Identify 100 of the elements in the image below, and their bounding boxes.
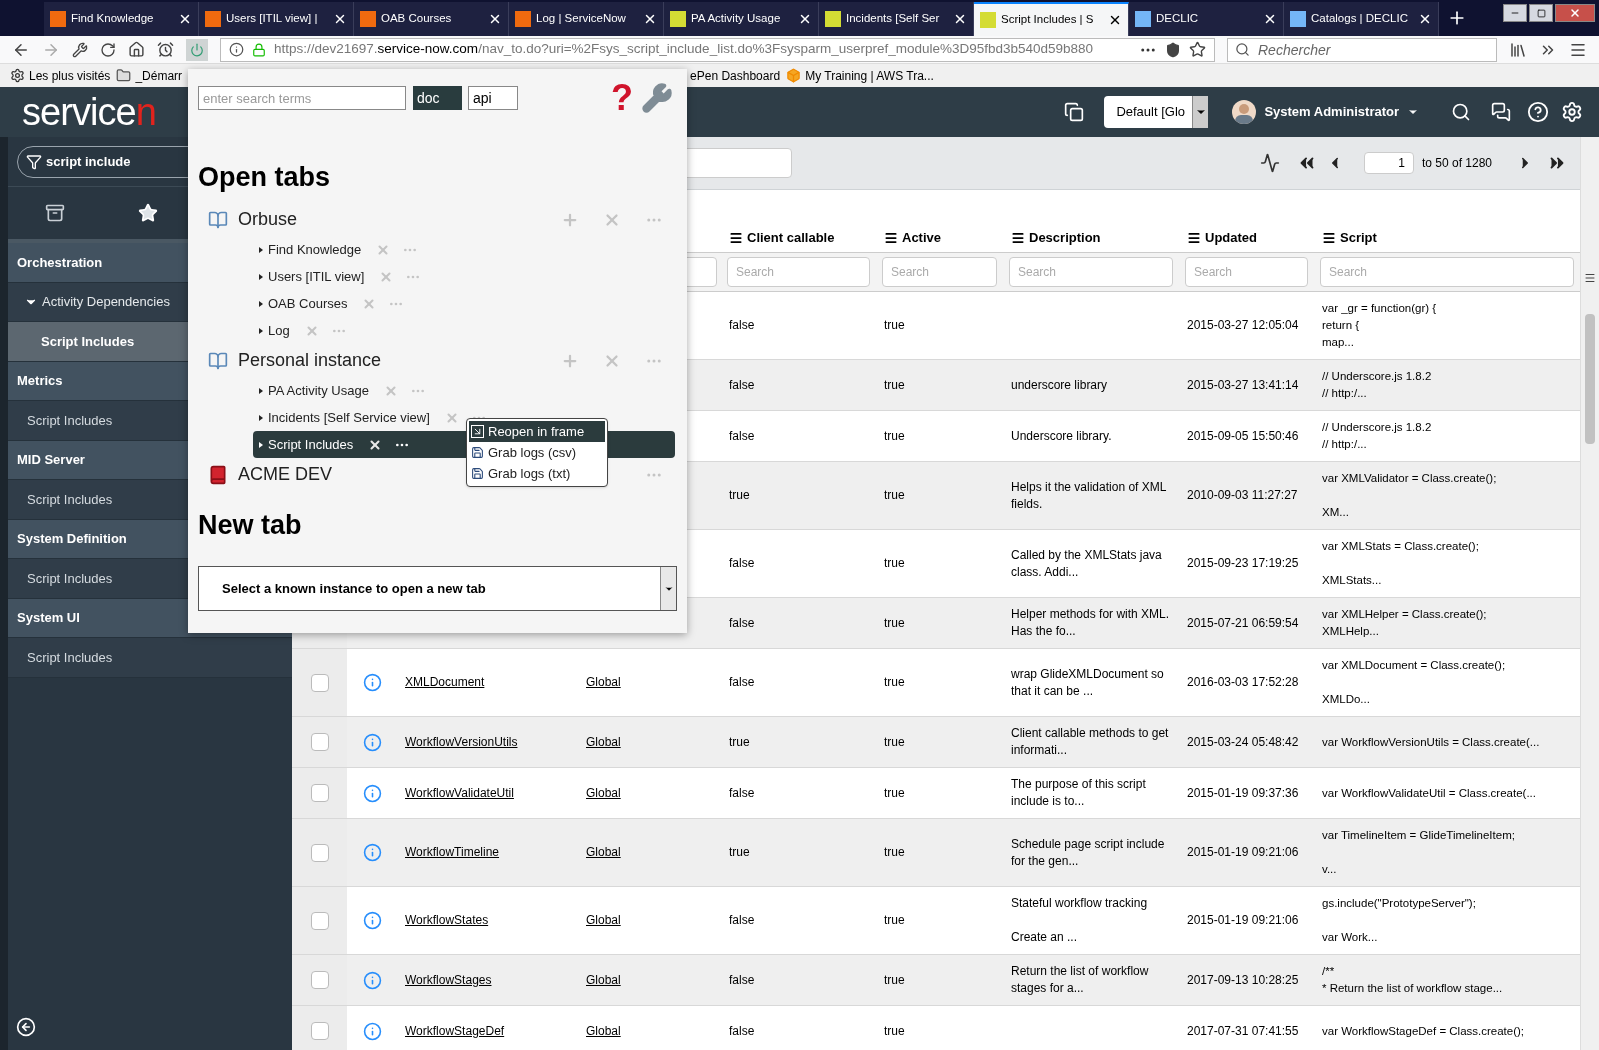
api-field[interactable]: api	[468, 86, 518, 110]
page-field[interactable]: 1	[1363, 152, 1414, 174]
column-search-field[interactable]: Search	[1009, 257, 1173, 287]
scope-select[interactable]: Default [Glo	[1104, 96, 1209, 128]
name-link[interactable]: WorkflowStates	[405, 913, 489, 927]
info-icon[interactable]	[362, 673, 382, 692]
close-icon[interactable]	[1108, 13, 1122, 27]
avatar[interactable]	[1232, 100, 1257, 124]
help-icon[interactable]	[1527, 101, 1549, 123]
column-search-field[interactable]: Search	[882, 257, 997, 287]
row-checkbox[interactable]	[310, 911, 329, 930]
name-link[interactable]: WorkflowVersionUtils	[405, 734, 518, 749]
column-search-field[interactable]: Search	[1320, 257, 1574, 287]
column-search-field[interactable]: Search	[1185, 257, 1308, 287]
close-icon[interactable]	[643, 12, 657, 26]
alarm-clock-icon[interactable]	[157, 41, 174, 58]
column-header[interactable]: Active	[902, 228, 942, 248]
browser-tab[interactable]: Catalogs | DECLIC	[1284, 2, 1439, 36]
search-icon[interactable]	[1451, 102, 1471, 122]
close-icon[interactable]	[178, 12, 192, 26]
browser-tab[interactable]: Script Includes | S	[974, 2, 1129, 36]
wrench-icon[interactable]	[72, 41, 88, 58]
column-menu-icon[interactable]	[1322, 231, 1336, 245]
info-icon[interactable]	[362, 1021, 382, 1041]
menu-item[interactable]: Grab logs (txt)	[469, 463, 605, 484]
browser-tab[interactable]: DECLIC	[1129, 2, 1284, 36]
row-checkbox[interactable]	[310, 733, 329, 751]
name-link[interactable]: WorkflowTimeline	[405, 845, 500, 859]
column-search-field[interactable]: Search	[727, 257, 870, 287]
star-icon[interactable]	[138, 203, 158, 223]
column-header[interactable]: Updated	[1205, 228, 1257, 248]
application-link[interactable]: Global	[586, 1023, 621, 1038]
settings-icon[interactable]	[1561, 101, 1583, 123]
column-menu-icon[interactable]	[1187, 231, 1201, 245]
chat-icon[interactable]	[1491, 102, 1511, 122]
bookmark-item[interactable]: Les plus visités	[10, 66, 111, 85]
browser-tab[interactable]: PA Activity Usage	[664, 2, 819, 36]
column-menu-icon[interactable]	[1011, 231, 1025, 245]
web-search-field[interactable]: Rechercher	[1227, 37, 1497, 62]
browser-tab[interactable]: Incidents [Self Ser	[819, 2, 974, 36]
scrollbar-thumb[interactable]	[1585, 314, 1595, 444]
browser-tab[interactable]: Users [ITIL view] |	[199, 2, 354, 36]
application-link[interactable]: Global	[586, 785, 621, 800]
search-terms-field[interactable]: enter search terms	[198, 86, 406, 110]
close-icon[interactable]	[1263, 12, 1277, 26]
user-menu[interactable]: System Administrator	[1264, 102, 1419, 122]
url-field[interactable]: https://dev21697.service-now.com/nav_to.do?uri=%2Fsys_script_include_list.do%3Fsysparm_userpref_module%3D95fbd3b540d59b880	[220, 37, 1215, 62]
archive-icon[interactable]	[45, 203, 65, 223]
application-link[interactable]: Global	[586, 675, 621, 689]
close-icon[interactable]	[333, 12, 347, 26]
close-icon[interactable]	[953, 12, 967, 26]
close-icon[interactable]	[368, 437, 383, 452]
instance-name[interactable]: Orbuse	[238, 206, 298, 233]
application-link[interactable]: Global	[586, 913, 621, 927]
name-link[interactable]: WorkflowStageDef	[405, 1023, 505, 1038]
close-icon[interactable]	[488, 12, 502, 26]
close-icon[interactable]	[798, 12, 812, 26]
library-icon[interactable]	[1509, 40, 1527, 59]
menu-item[interactable]: Reopen in frame	[469, 421, 605, 442]
bookmark-star-icon[interactable]	[1189, 41, 1206, 58]
row-checkbox[interactable]	[310, 673, 329, 692]
row-checkbox[interactable]	[310, 1022, 329, 1040]
info-icon[interactable]	[362, 783, 382, 803]
browser-tab[interactable]: Log | ServiceNow	[509, 2, 664, 36]
browser-tab[interactable]: Find Knowledge	[44, 2, 199, 36]
bookmark-item[interactable]: My Training | AWS Tra...	[786, 66, 934, 85]
instance-select[interactable]: Select a known instance to open a new tab	[198, 566, 677, 611]
documents-icon[interactable]	[1064, 102, 1085, 122]
application-link[interactable]: Global	[586, 845, 621, 859]
column-header[interactable]: Description	[1029, 228, 1101, 248]
close-icon[interactable]	[1418, 12, 1432, 26]
name-link[interactable]: XMLDocument	[405, 675, 485, 689]
row-checkbox[interactable]	[310, 843, 329, 862]
lock-icon[interactable]	[252, 42, 266, 57]
name-link[interactable]: WorkflowValidateUtil	[405, 785, 514, 800]
activity-icon[interactable]	[1259, 153, 1280, 173]
info-icon[interactable]	[362, 911, 382, 930]
name-link[interactable]: WorkflowStages	[405, 972, 492, 987]
home-icon[interactable]	[128, 41, 145, 58]
reload-icon[interactable]	[100, 41, 116, 58]
column-header[interactable]: Script	[1340, 228, 1377, 248]
servicenow-logo[interactable]: servicen	[22, 93, 156, 131]
collapse-icon[interactable]	[16, 1017, 36, 1037]
column-menu-icon[interactable]	[729, 231, 743, 245]
bookmark-item[interactable]: _Démarr	[116, 66, 183, 85]
application-link[interactable]: Global	[586, 972, 621, 987]
nav-item[interactable]: Script Includes	[8, 638, 292, 678]
table-cell-text: true	[728, 487, 750, 504]
row-checkbox[interactable]	[310, 784, 329, 802]
browser-tab[interactable]: OAB Courses	[354, 2, 509, 36]
row-checkbox[interactable]	[310, 971, 329, 989]
doc-button[interactable]: doc	[413, 86, 462, 110]
bookmark-item[interactable]: ePen Dashboard	[690, 66, 781, 85]
info-icon[interactable]	[229, 42, 244, 57]
help-button[interactable]: ?	[611, 80, 633, 116]
application-link[interactable]: Global	[586, 734, 621, 749]
maximize-icon[interactable]	[1536, 8, 1546, 18]
column-options-icon[interactable]	[1584, 272, 1596, 284]
column-menu-icon[interactable]	[884, 231, 898, 245]
column-header[interactable]: Client callable	[747, 228, 835, 248]
